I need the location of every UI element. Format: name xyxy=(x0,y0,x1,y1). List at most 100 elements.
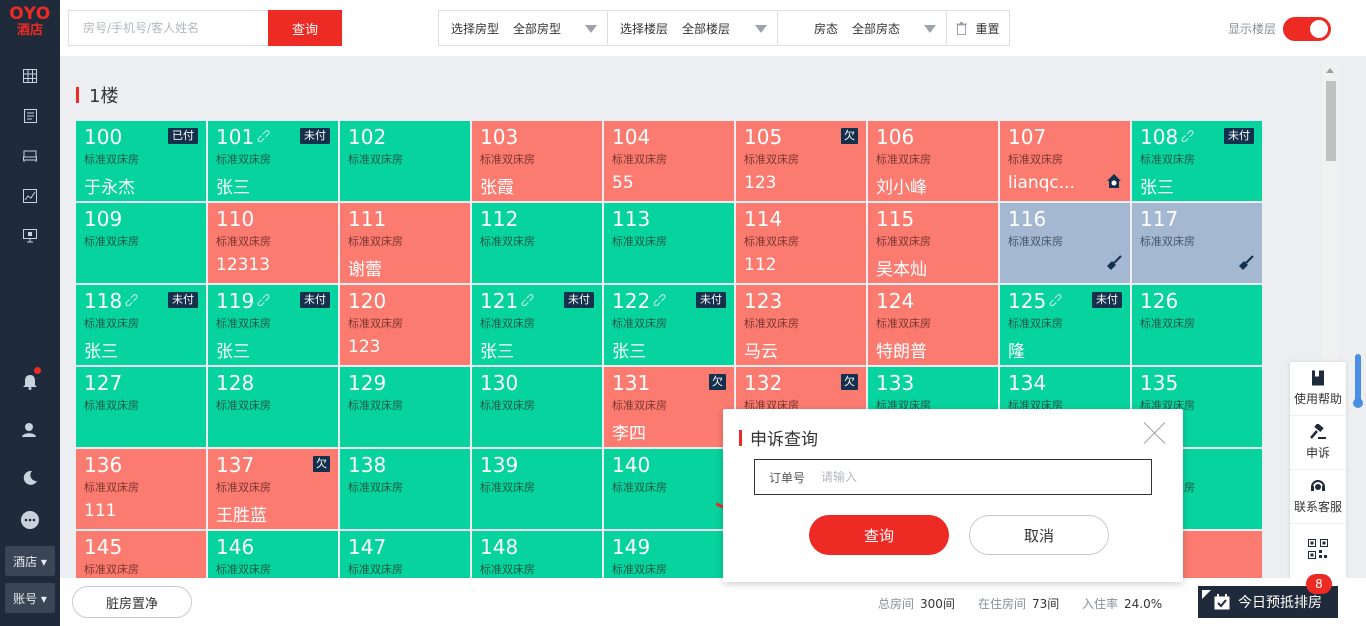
room-card[interactable]: 128 标准双床房 xyxy=(208,367,338,447)
scroll-thumb[interactable] xyxy=(1326,81,1336,161)
order-number-field[interactable]: 订单号 xyxy=(754,459,1152,495)
order-number-input[interactable] xyxy=(821,470,1122,484)
room-card[interactable]: 125 ⊂⊃ 标准双床房隆 未付 xyxy=(1000,285,1130,365)
chat-icon[interactable] xyxy=(20,510,40,530)
floor-filter[interactable]: 选择楼层 全部楼层 xyxy=(607,10,778,46)
room-number-text: 145 xyxy=(84,535,123,559)
room-type: 标准双床房 xyxy=(480,563,535,576)
room-card[interactable]: 127 标准双床房 xyxy=(76,367,206,447)
room-card[interactable]: 116 标准双床房 xyxy=(1000,203,1130,283)
room-card[interactable]: 145 标准双床房 xyxy=(76,531,206,578)
room-card[interactable]: 100 标准双床房 于永杰 已付 xyxy=(76,121,206,201)
room-card[interactable]: 112 标准双床房 xyxy=(472,203,602,283)
room-type: 标准双床房 xyxy=(84,481,139,494)
room-card[interactable]: 110 标准双床房 12313 xyxy=(208,203,338,283)
room-card[interactable]: 106 标准双床房 刘小峰 xyxy=(868,121,998,201)
appeal-query-dialog: 申诉查询 订单号 查询 取消 xyxy=(723,409,1183,582)
room-card[interactable]: 138 标准双床房 xyxy=(340,449,470,529)
scroll-up-icon[interactable] xyxy=(1326,68,1334,73)
room-status-filter[interactable]: 房态 全部房态 xyxy=(777,10,947,46)
room-type: 标准双床房 xyxy=(84,317,139,330)
hotel-menu-button[interactable]: 酒店 ▾ xyxy=(5,546,55,576)
qrcode-button[interactable] xyxy=(1290,524,1346,578)
room-card[interactable]: 131 标准双床房 李四 欠 xyxy=(604,367,734,447)
show-floor-toggle[interactable] xyxy=(1283,17,1331,41)
room-card[interactable]: 129 标准双床房 xyxy=(340,367,470,447)
room-card[interactable]: 148 标准双床房 xyxy=(472,531,602,578)
room-number-text: 104 xyxy=(612,125,651,149)
list-icon[interactable] xyxy=(20,106,40,126)
query-button[interactable]: 查询 xyxy=(809,515,949,555)
search-button[interactable]: 查询 xyxy=(268,10,342,46)
room-card[interactable]: 121 ⊂⊃ 标准双床房 张三 未付 xyxy=(472,285,602,365)
room-card[interactable]: 123 标准双床房 马云 xyxy=(736,285,866,365)
room-card[interactable]: 101 ⊂⊃ 标准双床房 张三 未付 xyxy=(208,121,338,201)
side-slider[interactable] xyxy=(1353,354,1363,408)
room-number: 116 xyxy=(1008,208,1122,230)
room-card[interactable]: 139 标准双床房 xyxy=(472,449,602,529)
monitor-icon[interactable] xyxy=(20,226,40,246)
room-number-text: 131 xyxy=(612,371,651,395)
reset-button[interactable]: 重置 xyxy=(946,10,1010,46)
room-card[interactable]: 113 标准双床房 xyxy=(604,203,734,283)
room-card[interactable]: 107 标准双床房 lianqc... xyxy=(1000,121,1130,201)
moon-icon[interactable] xyxy=(20,468,40,488)
room-card[interactable]: 126 标准双床房 xyxy=(1132,285,1262,365)
room-number-text: 124 xyxy=(876,289,915,313)
guest-name: 李四 xyxy=(612,424,646,444)
chart-icon[interactable] xyxy=(20,186,40,206)
room-card[interactable]: 115 标准双床房 吴本灿 xyxy=(868,203,998,283)
customer-service-label: 联系客服 xyxy=(1293,500,1342,514)
customer-service-button[interactable]: 联系客服 xyxy=(1290,470,1346,524)
clean-dirty-rooms-button[interactable]: 脏房置净 xyxy=(72,586,192,618)
filter-value: 全部房型 xyxy=(513,21,562,36)
room-type: 标准双床房 xyxy=(480,235,535,248)
room-number-text: 120 xyxy=(348,289,387,313)
room-card[interactable]: 118 ⊂⊃ 标准双床房 张三 未付 xyxy=(76,285,206,365)
room-card[interactable]: 117 标准双床房 xyxy=(1132,203,1262,283)
chevron-down-icon xyxy=(755,25,767,33)
room-card[interactable]: 137 标准双床房 王胜蓝 欠 xyxy=(208,449,338,529)
appeal-button[interactable]: 申诉 xyxy=(1290,416,1346,470)
grid-icon[interactable] xyxy=(20,66,40,86)
guest-name: 123 xyxy=(348,337,381,357)
room-card[interactable]: 114 标准双床房 112 xyxy=(736,203,866,283)
room-card[interactable]: 109 标准双床房 xyxy=(76,203,206,283)
close-icon[interactable] xyxy=(1141,419,1169,447)
payment-badge: 欠 xyxy=(313,456,330,472)
user-icon[interactable] xyxy=(20,420,40,440)
cancel-button[interactable]: 取消 xyxy=(969,515,1109,555)
account-menu-button[interactable]: 账号 ▾ xyxy=(5,583,55,613)
chevron-down-icon xyxy=(924,25,936,33)
room-number: 138 xyxy=(348,454,462,476)
room-card[interactable]: 103 标准双床房 张霞 xyxy=(472,121,602,201)
search-input[interactable] xyxy=(68,10,268,46)
room-card[interactable]: 122 ⊂⊃ 标准双床房 张三 未付 xyxy=(604,285,734,365)
arrivals-count-badge: 8 xyxy=(1306,574,1332,594)
room-card[interactable]: 146 标准双床房 xyxy=(208,531,338,578)
room-card[interactable]: 147 标准双床房 xyxy=(340,531,470,578)
bed-icon[interactable] xyxy=(20,146,40,166)
room-card[interactable]: 102 标准双床房 xyxy=(340,121,470,201)
broom-icon xyxy=(1106,255,1122,275)
room-card[interactable]: 130 标准双床房 xyxy=(472,367,602,447)
room-card[interactable]: 108 ⊂⊃ 标准双床房 张三 未付 xyxy=(1132,121,1262,201)
help-button[interactable]: 使用帮助 xyxy=(1290,362,1346,416)
room-number-text: 136 xyxy=(84,453,123,477)
room-number-text: 113 xyxy=(612,207,651,231)
link-icon: ⊂⊃ xyxy=(254,290,275,311)
room-type: 标准双床房 xyxy=(1008,235,1063,248)
room-number: 135 xyxy=(1140,372,1254,394)
room-card[interactable]: 124 标准双床房 特朗普 xyxy=(868,285,998,365)
room-type: 标准双床房 xyxy=(1140,235,1195,248)
bell-icon[interactable] xyxy=(20,372,40,392)
room-card[interactable]: 111 标准双床房 谢蕾 xyxy=(340,203,470,283)
room-card[interactable]: 136 标准双床房 111 xyxy=(76,449,206,529)
room-type-filter[interactable]: 选择房型 全部房型 xyxy=(438,10,608,46)
room-card[interactable]: 104 标准双床房 55 xyxy=(604,121,734,201)
room-card[interactable]: 119 ⊂⊃ 标准双床房 张三 未付 xyxy=(208,285,338,365)
room-type: 标准双床房 xyxy=(1140,153,1195,166)
room-card[interactable]: 120 标准双床房 123 xyxy=(340,285,470,365)
slider-knob[interactable] xyxy=(1353,398,1363,408)
room-card[interactable]: 105 标准双床房 123 欠 xyxy=(736,121,866,201)
